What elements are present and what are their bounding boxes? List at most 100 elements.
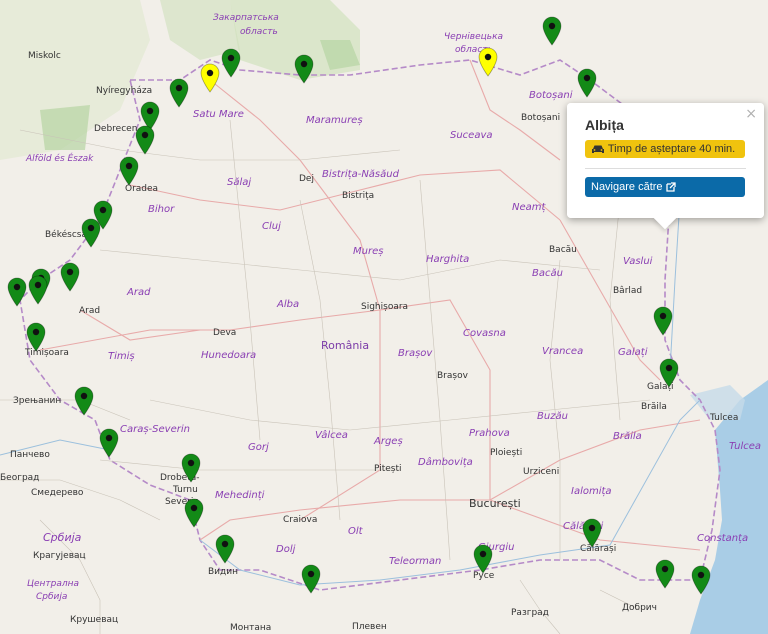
border-crossing-marker[interactable] [659,358,679,388]
popup-title: Albița [585,117,624,133]
external-link-icon [665,182,676,192]
label-oradea: Oradea [125,184,159,194]
label-cluj: Cluj [262,221,281,232]
label-deva: Deva [213,328,237,338]
border-crossing-marker[interactable] [28,275,48,305]
label-romania: România [321,339,370,352]
border-crossing-marker[interactable] [26,322,46,352]
label-bacau-city: Bacău [549,245,577,255]
label-satu-mare: Satu Mare [193,109,244,120]
label-caras-severin: Caraș-Severin [120,424,190,435]
border-crossing-marker[interactable] [473,544,493,574]
label-olt: Olt [348,526,363,537]
label-botosani-county: Botoșani [529,90,573,101]
label-beograd: Београд [0,473,40,483]
label-maramures: Maramureș [306,115,363,126]
label-nyiregyhaza: Nyíregyháza [96,86,153,96]
label-vidin: Видин [208,567,238,577]
navigate-label: Navigare către [591,181,663,193]
border-crossing-marker[interactable] [7,277,27,307]
label-bucuresti: București [469,497,521,510]
border-crossing-marker[interactable] [99,428,119,458]
label-kragujevac: Крагујевац [33,551,86,561]
border-crossing-marker[interactable] [582,518,602,548]
border-crossing-marker-highlighted[interactable] [478,47,498,77]
label-centralna-srbija-1: Централна [27,579,80,589]
label-botosani-city: Botoșani [521,113,561,123]
label-dambovita: Dâmbovița [418,457,473,468]
label-brasov-city: Brașov [437,371,468,381]
border-crossing-marker[interactable] [691,565,711,595]
border-crossing-marker[interactable] [135,125,155,155]
label-hunedoara: Hunedoara [201,350,257,361]
label-arad-county: Arad [127,287,151,298]
label-pitesti: Pitești [374,464,402,474]
label-pleven: Плевен [352,622,387,632]
border-crossing-marker[interactable] [301,564,321,594]
label-ploiesti: Ploiești [490,448,523,458]
label-braila-county: Brăila [613,431,642,442]
label-razgrad: Разград [511,608,549,618]
label-barlad: Bârlad [613,286,643,296]
label-dej: Dej [299,174,314,184]
border-crossing-marker-highlighted[interactable] [200,63,220,93]
label-tulcea-county: Tulcea [729,441,761,452]
navigate-button[interactable]: Navigare către [585,177,745,197]
label-dolj: Dolj [276,544,296,555]
border-crossing-marker[interactable] [184,498,204,528]
border-crossing-marker[interactable] [577,68,597,98]
border-crossing-marker[interactable] [653,306,673,336]
label-bistrita: Bistrița [342,191,375,201]
label-montana: Монтана [230,623,272,633]
wait-time-badge: Timp de așteptare 40 min. [585,140,745,158]
wait-time-label: Timp de așteptare 40 min. [607,143,736,155]
border-crossing-marker[interactable] [119,156,139,186]
border-crossing-marker[interactable] [60,262,80,292]
label-zakarpatska: Закарпатська [213,13,279,23]
label-braila-city: Brăila [641,402,667,412]
label-harghita: Harghita [426,254,470,265]
label-alfold: Alföld és Észak [26,154,94,164]
border-crossing-marker[interactable] [221,48,241,78]
label-neamt: Neamț [512,202,546,213]
label-craiova: Craiova [283,515,318,525]
label-mehedinti: Mehedinți [215,490,265,501]
border-crossing-marker[interactable] [542,16,562,46]
label-ialomita: Ialomița [571,486,612,497]
label-vrancea: Vrancea [542,346,584,357]
label-alba: Alba [277,299,300,310]
border-crossing-marker[interactable] [74,386,94,416]
label-urziceni: Urziceni [523,467,560,477]
label-brasov-county: Brașov [398,348,433,359]
border-crossing-marker[interactable] [181,453,201,483]
label-vaslui: Vaslui [623,256,653,267]
label-bistrita-nasaud: Bistrița-Năsăud [322,169,399,180]
border-crossing-marker[interactable] [169,78,189,108]
car-icon [592,145,604,154]
label-timis: Timiș [108,351,135,362]
label-gorj: Gorj [248,442,269,453]
label-mures: Mureș [353,246,384,257]
label-miskolc: Miskolc [28,51,61,61]
label-srbija: Србија [43,531,82,544]
label-debrecen: Debrecen [94,124,138,134]
popup-close-button[interactable]: × [745,106,757,122]
map-view[interactable]: Закарпатська область Чернівецька область… [0,0,768,634]
label-smederevo: Смедерево [31,488,84,498]
border-crossing-marker[interactable] [215,534,235,564]
label-centralna-srbija-2: Србија [36,592,68,602]
border-crossing-marker[interactable] [655,559,675,589]
label-constanta: Constanța [697,533,749,544]
border-crossing-marker[interactable] [81,218,101,248]
label-sighisoara: Sighișoara [361,302,409,312]
label-zrenjanin: Зрењанин [13,396,62,406]
label-oblast-z: область [240,27,278,37]
border-crossing-popup: × Albița Timp de așteptare 40 min. Navig… [567,103,764,230]
label-galati-county: Galați [618,347,648,358]
label-arad-city: Arad [79,306,101,316]
label-valcea: Vâlcea [315,430,348,441]
label-salaj: Sălaj [227,177,252,188]
popup-divider [585,168,746,169]
border-crossing-marker[interactable] [294,54,314,84]
label-teleorman: Teleorman [389,556,442,567]
